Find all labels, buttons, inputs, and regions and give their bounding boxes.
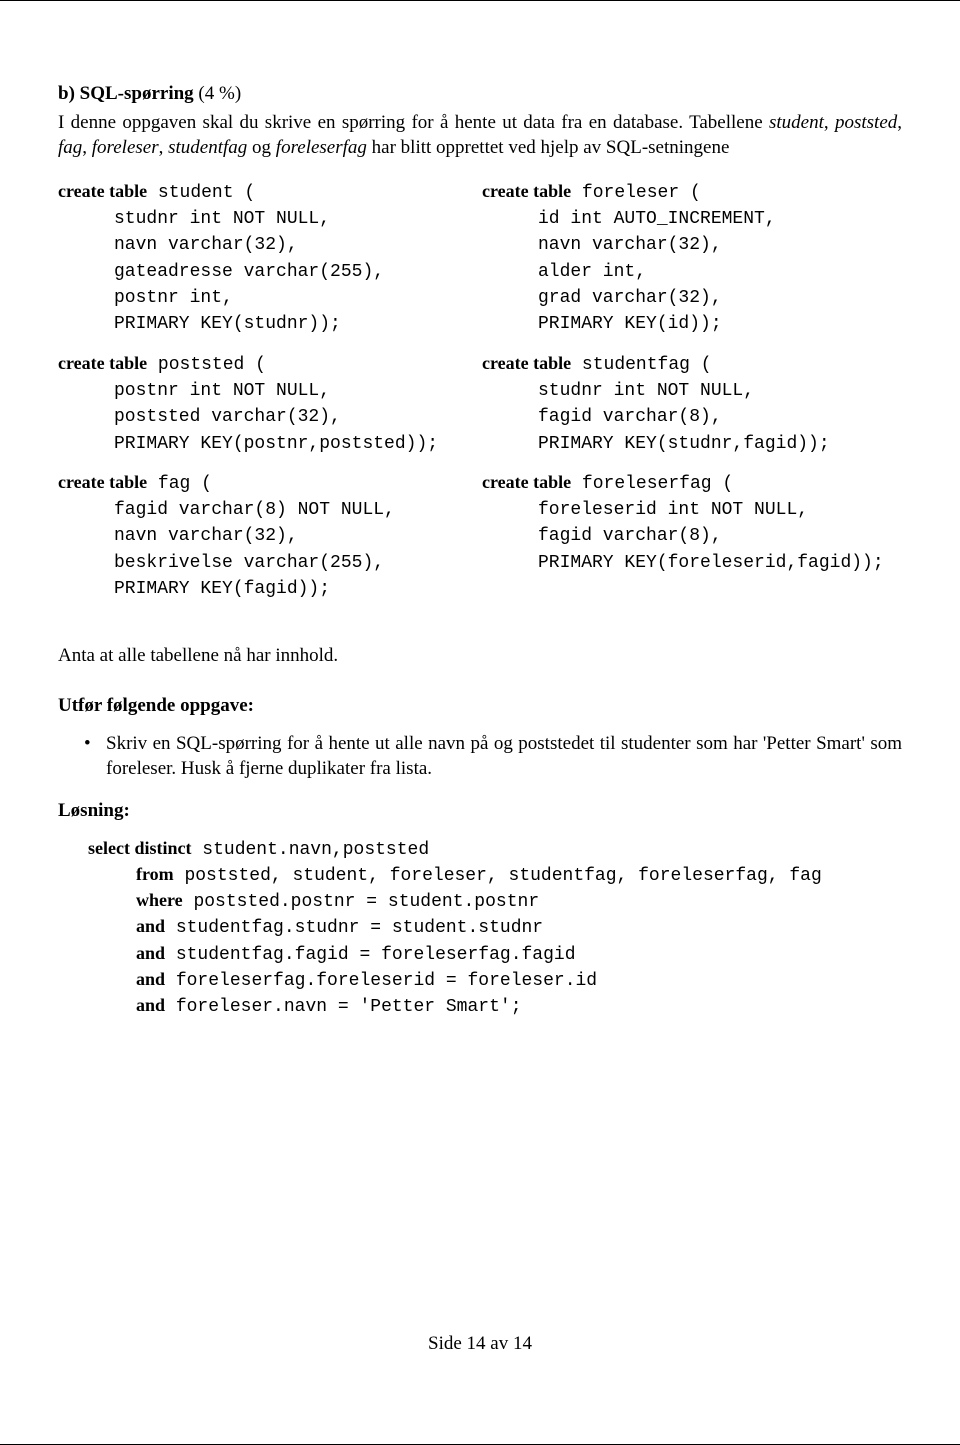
code-line: fagid varchar(8), — [538, 407, 722, 427]
code-line: postnr int, — [114, 288, 233, 308]
code-line: alder int, — [538, 262, 646, 282]
code-line: PRIMARY KEY(foreleserid,fagid)); — [538, 553, 884, 573]
table-name-0: student — [769, 112, 824, 133]
code-line: PRIMARY KEY(id)); — [538, 314, 722, 334]
table-name-1: poststed — [835, 112, 897, 133]
solution-code: select distinct student.navn,poststed fr… — [88, 836, 902, 1020]
top-spacer — [58, 51, 902, 81]
code-block-poststed: create table poststed ( postnr int NOT N… — [58, 351, 478, 456]
code-line: studnr int NOT NULL, — [538, 381, 754, 401]
task-heading: Utfør følgende oppgave: — [58, 693, 902, 719]
table-name-5: foreleserfag — [276, 137, 367, 158]
kw-create-table: create table — [482, 181, 571, 201]
kw-select-distinct: select distinct — [88, 838, 191, 858]
table-name-2: fag — [58, 137, 82, 158]
code-line: postnr int NOT NULL, — [114, 381, 330, 401]
code-line: fagid varchar(8), — [538, 526, 722, 546]
code-line: navn varchar(32), — [538, 235, 722, 255]
page: b) SQL-spørring (4 %) I denne oppgaven s… — [0, 0, 960, 1445]
sep: , — [82, 137, 92, 158]
code-line: beskrivelse varchar(255), — [114, 553, 384, 573]
kw-from: from — [136, 864, 174, 884]
code-block-studentfag: create table studentfag ( studnr int NOT… — [482, 351, 902, 456]
kw-create-table: create table — [58, 353, 147, 373]
code-line: navn varchar(32), — [114, 235, 298, 255]
code-line: PRIMARY KEY(studnr)); — [114, 314, 341, 334]
sql-and: foreleser.navn = 'Petter Smart'; — [165, 997, 521, 1017]
kw-and: and — [136, 969, 165, 989]
intro-pre: I denne oppgaven skal du skrive en spørr… — [58, 112, 769, 133]
code-line: navn varchar(32), — [114, 526, 298, 546]
sql-where: poststed.postnr = student.postnr — [183, 892, 539, 912]
intro-paragraph: I denne oppgaven skal du skrive en spørr… — [58, 110, 902, 161]
code-line: fagid varchar(8) NOT NULL, — [114, 500, 395, 520]
code-column-left: create table student ( studnr int NOT NU… — [58, 179, 478, 615]
code-line: gateadresse varchar(255), — [114, 262, 384, 282]
kw-and: and — [136, 995, 165, 1015]
sql-and: studentfag.fagid = foreleserfag.fagid — [165, 945, 575, 965]
page-number: Side 14 av 14 — [0, 1333, 960, 1355]
code-columns: create table student ( studnr int NOT NU… — [58, 179, 902, 615]
kw-create-table: create table — [482, 353, 571, 373]
kw-create-table: create table — [58, 472, 147, 492]
code-block-foreleserfag: create table foreleserfag ( foreleserid … — [482, 470, 902, 575]
code-head: fag ( — [147, 474, 212, 494]
code-head: poststed ( — [147, 355, 266, 375]
sql-and: foreleserfag.foreleserid = foreleser.id — [165, 971, 597, 991]
kw-where: where — [136, 890, 183, 910]
code-column-right: create table foreleser ( id int AUTO_INC… — [482, 179, 902, 615]
sep-og: og — [247, 137, 276, 158]
code-line: PRIMARY KEY(fagid)); — [114, 579, 330, 599]
table-name-4: studentfag — [168, 137, 247, 158]
code-head: student ( — [147, 183, 255, 203]
task-list: Skriv en SQL-spørring for å hente ut all… — [58, 731, 902, 782]
sql-from: poststed, student, foreleser, studentfag… — [174, 866, 822, 886]
code-block-student: create table student ( studnr int NOT NU… — [58, 179, 478, 337]
kw-create-table: create table — [482, 472, 571, 492]
sep: , — [159, 137, 169, 158]
intro-post: har blitt opprettet ved hjelp av SQL-set… — [367, 137, 729, 158]
heading-label: b) SQL-spørring — [58, 83, 194, 104]
code-head: studentfag ( — [571, 355, 711, 375]
code-line: studnr int NOT NULL, — [114, 209, 330, 229]
code-block-foreleser: create table foreleser ( id int AUTO_INC… — [482, 179, 902, 337]
task-bullet: Skriv en SQL-spørring for å hente ut all… — [106, 731, 902, 782]
code-line: PRIMARY KEY(postnr,poststed)); — [114, 434, 438, 454]
table-name-3: foreleser — [92, 137, 159, 158]
code-head: foreleserfag ( — [571, 474, 733, 494]
code-line: grad varchar(32), — [538, 288, 722, 308]
code-line: foreleserid int NOT NULL, — [538, 500, 808, 520]
kw-and: and — [136, 943, 165, 963]
kw-create-table: create table — [58, 181, 147, 201]
sep: , — [897, 112, 902, 133]
sep: , — [824, 112, 835, 133]
code-line: PRIMARY KEY(studnr,fagid)); — [538, 434, 830, 454]
heading-weight: (4 %) — [198, 83, 241, 104]
code-head: foreleser ( — [571, 183, 701, 203]
solution-heading: Løsning: — [58, 798, 902, 824]
sql-and: studentfag.studnr = student.studnr — [165, 918, 543, 938]
kw-and: and — [136, 916, 165, 936]
assume-paragraph: Anta at alle tabellene nå har innhold. — [58, 643, 902, 669]
code-line: id int AUTO_INCREMENT, — [538, 209, 776, 229]
section-heading: b) SQL-spørring (4 %) — [58, 81, 902, 108]
sql-head: student.navn,poststed — [191, 840, 429, 860]
code-block-fag: create table fag ( fagid varchar(8) NOT … — [58, 470, 478, 601]
code-line: poststed varchar(32), — [114, 407, 341, 427]
